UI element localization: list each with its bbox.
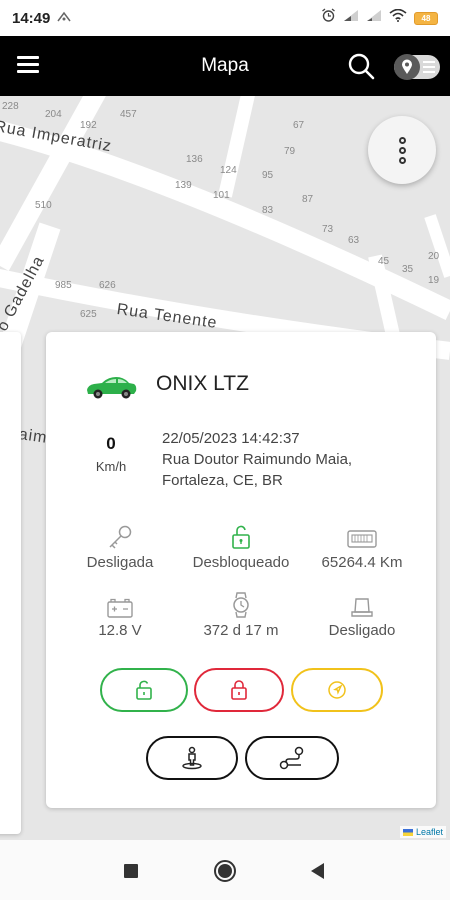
navigate-button[interactable] bbox=[291, 668, 383, 712]
home-icon bbox=[218, 864, 232, 878]
search-button[interactable] bbox=[347, 52, 375, 80]
odometer: 65264.4 Km bbox=[302, 522, 422, 571]
key-icon bbox=[60, 522, 180, 550]
notification-icon bbox=[56, 11, 72, 26]
house-number: 626 bbox=[99, 280, 116, 291]
house-number: 83 bbox=[262, 205, 274, 216]
house-number: 510 bbox=[35, 200, 52, 211]
house-number: 79 bbox=[284, 146, 296, 157]
speed-unit: Km/h bbox=[95, 459, 127, 474]
navigation-arrow-icon bbox=[328, 681, 346, 699]
home-button[interactable] bbox=[214, 860, 236, 882]
status-time: 14:49 bbox=[12, 9, 51, 27]
battery-voltage: 12.8 V bbox=[60, 590, 180, 639]
vehicle-name: ONIX LTZ bbox=[156, 372, 249, 395]
lock-icon bbox=[231, 680, 247, 700]
last-update-datetime: 22/05/2023 14:42:37 bbox=[162, 430, 300, 447]
house-number: 457 bbox=[120, 109, 137, 120]
house-number: 45 bbox=[378, 256, 390, 267]
more-options-button[interactable] bbox=[368, 116, 436, 184]
map-pin-toggle[interactable] bbox=[394, 54, 440, 80]
lock-button[interactable] bbox=[194, 668, 284, 712]
house-number: 139 bbox=[175, 180, 192, 191]
house-number: 19 bbox=[428, 275, 440, 286]
engine-icon bbox=[302, 590, 422, 618]
house-number: 204 bbox=[45, 109, 62, 120]
house-number: 101 bbox=[213, 190, 230, 201]
route-icon bbox=[279, 746, 304, 770]
map-attribution[interactable]: Leaflet bbox=[399, 826, 446, 838]
street-view-button[interactable] bbox=[146, 736, 238, 780]
flag-icon bbox=[402, 828, 413, 836]
wifi-icon bbox=[389, 8, 407, 27]
signal-icon bbox=[343, 9, 359, 27]
speed-display: 0 Km/h bbox=[86, 434, 136, 474]
alarm-icon bbox=[321, 8, 336, 28]
route-history-button[interactable] bbox=[245, 736, 339, 780]
house-number: 73 bbox=[322, 224, 334, 235]
unlock-icon bbox=[136, 680, 152, 700]
lock-status: Desbloqueado bbox=[181, 522, 301, 571]
vehicle-info: 22/05/2023 14:42:37 Rua Doutor Raimundo … bbox=[162, 428, 352, 491]
recents-button[interactable] bbox=[124, 864, 138, 878]
signal-icon-2 bbox=[366, 9, 382, 27]
address-line-2: Fortaleza, CE, BR bbox=[162, 472, 283, 489]
house-number: 625 bbox=[80, 309, 97, 320]
previous-vehicle-card[interactable] bbox=[0, 332, 21, 834]
speed-value: 0 bbox=[106, 434, 116, 453]
street-view-icon bbox=[182, 746, 202, 770]
ignition-status: Desligada bbox=[60, 522, 180, 571]
status-bar: 14:49 48 bbox=[0, 0, 450, 36]
address-line-1: Rua Doutor Raimundo Maia, bbox=[162, 451, 353, 468]
engine-status: Desligado bbox=[302, 590, 422, 639]
unlock-icon bbox=[181, 522, 301, 550]
battery-indicator: 48 bbox=[414, 11, 438, 25]
car-icon bbox=[84, 374, 138, 400]
house-number: 985 bbox=[55, 280, 72, 291]
house-number: 35 bbox=[402, 264, 414, 275]
search-icon bbox=[348, 53, 375, 80]
back-button[interactable] bbox=[311, 863, 324, 879]
page-title: Mapa bbox=[201, 55, 249, 76]
watch-icon bbox=[181, 590, 301, 618]
house-number: 228 bbox=[2, 101, 19, 112]
street-name: aim bbox=[17, 426, 49, 447]
battery-icon bbox=[60, 590, 180, 618]
house-number: 136 bbox=[186, 154, 203, 165]
house-number: 87 bbox=[302, 194, 314, 205]
house-number: 67 bbox=[293, 120, 305, 131]
app-bar: Mapa bbox=[0, 36, 450, 96]
system-nav-bar bbox=[0, 840, 450, 900]
house-number: 192 bbox=[80, 120, 97, 131]
house-number: 63 bbox=[348, 235, 360, 246]
map-pin-icon bbox=[394, 54, 420, 80]
odometer-icon bbox=[302, 522, 422, 550]
house-number: 20 bbox=[428, 251, 440, 262]
house-number: 124 bbox=[220, 165, 237, 176]
vehicle-card[interactable]: ONIX LTZ 0 Km/h 22/05/2023 14:42:37 Rua … bbox=[46, 332, 436, 808]
unlock-button[interactable] bbox=[100, 668, 188, 712]
house-number: 95 bbox=[262, 170, 274, 181]
tracker-uptime: 372 d 17 m bbox=[181, 590, 301, 639]
